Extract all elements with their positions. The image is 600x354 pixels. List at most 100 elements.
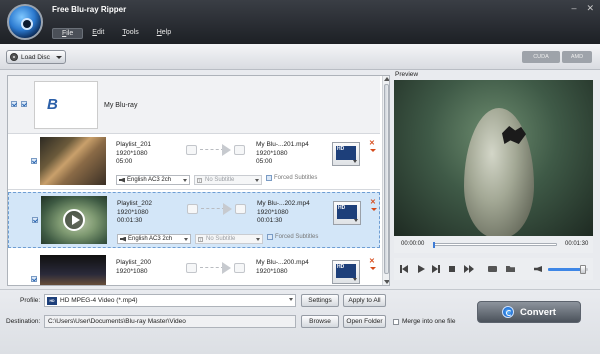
merge-option[interactable]: Merge into one file (393, 318, 455, 325)
scroll-down-icon[interactable] (384, 280, 389, 284)
expand-checkbox[interactable] (11, 101, 17, 107)
title-checkbox[interactable] (31, 276, 37, 282)
video-thumbnail[interactable] (40, 137, 106, 185)
settings-label: Settings (308, 297, 332, 304)
title-row[interactable]: Playlist_200 1920*1080 My Blu-...200.mp4… (8, 252, 380, 285)
edit-icon[interactable] (186, 145, 197, 155)
disc-icon (10, 53, 18, 61)
source-duration: 05:00 (116, 158, 133, 165)
cuda-button[interactable]: CUDA (522, 51, 560, 63)
cuda-label: CUDA (533, 54, 549, 60)
arrow-right-icon (222, 144, 231, 156)
menu-tools[interactable]: Tools (113, 28, 147, 39)
forced-subtitles-checkbox[interactable] (267, 234, 273, 240)
speaker-icon (119, 177, 125, 183)
audio-track-value: English AC3 2ch (128, 236, 173, 242)
subtitle-select[interactable]: T No Subtitle (194, 175, 262, 185)
playlist-name: Playlist_202 (117, 200, 153, 207)
clip-icon[interactable] (234, 145, 245, 155)
speaker-icon (120, 236, 126, 242)
list-scrollbar[interactable] (382, 76, 389, 285)
play-icon[interactable] (63, 209, 85, 231)
video-thumbnail[interactable] (40, 255, 106, 285)
folder-icon[interactable] (506, 264, 516, 274)
next-icon[interactable] (432, 264, 442, 274)
menu-edit[interactable]: Edit (83, 28, 113, 39)
title-row-selected[interactable]: Playlist_202 1920*1080 00:01:30 My Blu-.… (8, 192, 380, 248)
clip-icon[interactable] (235, 204, 246, 214)
select-all-checkbox[interactable] (21, 101, 27, 107)
apply-to-all-button[interactable]: Apply to All (343, 294, 386, 307)
forced-subtitles-option[interactable]: Forced Subtitles (266, 175, 317, 181)
destination-field[interactable]: C:\Users\User\Documents\Blu-ray Master\V… (44, 315, 296, 328)
merge-label: Merge into one file (402, 318, 456, 325)
menu-bar: File Edit Tools Help (52, 28, 180, 39)
edit-icon[interactable] (187, 204, 198, 214)
profile-label: Profile: (20, 297, 41, 304)
output-settings-panel: Profile: HD HD MPEG-4 Video (*.mp4) Sett… (0, 289, 600, 354)
arrow-right-icon (223, 203, 232, 215)
audio-track-select[interactable]: English AC3 2ch (116, 175, 190, 185)
remove-icon[interactable]: ✕ (369, 139, 375, 147)
scrollbar-thumb[interactable] (384, 84, 389, 274)
video-thumbnail[interactable] (41, 196, 107, 244)
move-down-icon[interactable] (370, 149, 376, 152)
load-disc-button[interactable]: Load Disc (6, 50, 66, 64)
browse-label: Browse (309, 318, 331, 325)
title-checkbox[interactable] (31, 158, 37, 164)
close-button[interactable]: ✕ (586, 3, 594, 14)
move-down-icon[interactable] (370, 267, 376, 270)
remove-icon[interactable]: ✕ (370, 198, 376, 206)
convert-label: Convert (520, 306, 556, 318)
merge-checkbox[interactable] (393, 318, 399, 325)
remove-icon[interactable]: ✕ (369, 257, 375, 265)
volume-icon[interactable] (534, 264, 544, 274)
output-format-button[interactable]: HD (332, 142, 360, 166)
menu-file[interactable]: File (52, 28, 84, 39)
volume-handle[interactable] (580, 265, 586, 274)
fast-forward-icon[interactable] (464, 264, 474, 274)
snapshot-icon[interactable] (488, 264, 498, 274)
audio-track-select[interactable]: English AC3 2ch (117, 234, 191, 244)
stop-icon[interactable] (448, 264, 458, 274)
title-checkbox[interactable] (32, 217, 38, 223)
browse-button[interactable]: Browse (301, 315, 339, 328)
clip-icon[interactable] (234, 263, 245, 273)
play-icon[interactable] (416, 264, 426, 274)
seek-slider[interactable] (433, 242, 557, 248)
subtitle-icon: T (197, 177, 202, 183)
forced-subtitles-checkbox[interactable] (266, 175, 272, 181)
profile-select[interactable]: HD HD MPEG-4 Video (*.mp4) (44, 294, 296, 307)
scroll-up-icon[interactable] (384, 77, 389, 81)
convert-button[interactable]: Convert (477, 301, 581, 323)
forced-subtitles-option[interactable]: Forced Subtitles (267, 234, 318, 240)
preview-frame-egg (464, 108, 534, 236)
output-resolution: 1920*1080 (256, 149, 288, 157)
output-format-button[interactable]: HD (333, 201, 361, 225)
source-info: Playlist_200 1920*1080 (116, 259, 151, 276)
settings-button[interactable]: Settings (301, 294, 339, 307)
bluray-logo-icon: B (47, 96, 58, 113)
amd-button[interactable]: AMD (562, 51, 592, 63)
minimize-button[interactable]: – (571, 3, 576, 14)
seek-handle[interactable] (433, 242, 435, 248)
source-duration: 00:01:30 (117, 217, 143, 224)
source-resolution: 1920*1080 (116, 267, 148, 275)
window-controls: – ✕ (571, 3, 594, 14)
subtitle-select[interactable]: T No Subtitle (195, 234, 263, 244)
open-folder-button[interactable]: Open Folder (343, 315, 386, 328)
chevron-down-icon[interactable] (56, 55, 62, 59)
subtitle-icon: T (198, 236, 203, 242)
move-down-icon[interactable] (371, 208, 377, 211)
seek-bar: 00:00:00 00:01:30 (394, 236, 593, 253)
playlist-name: Playlist_200 (116, 259, 152, 266)
edit-icon[interactable] (186, 263, 197, 273)
output-format-button[interactable]: HD (332, 260, 360, 284)
chevron-down-icon (354, 219, 358, 222)
title-row[interactable]: Playlist_201 1920*1080 05:00 My Blu-...2… (8, 134, 380, 190)
previous-icon[interactable] (400, 264, 410, 274)
preview-video[interactable] (394, 80, 593, 236)
menu-help[interactable]: Help (148, 28, 180, 39)
output-info: My Blu-...202.mp4 1920*1080 00:01:30 (257, 200, 310, 226)
convert-arrow (186, 144, 248, 158)
